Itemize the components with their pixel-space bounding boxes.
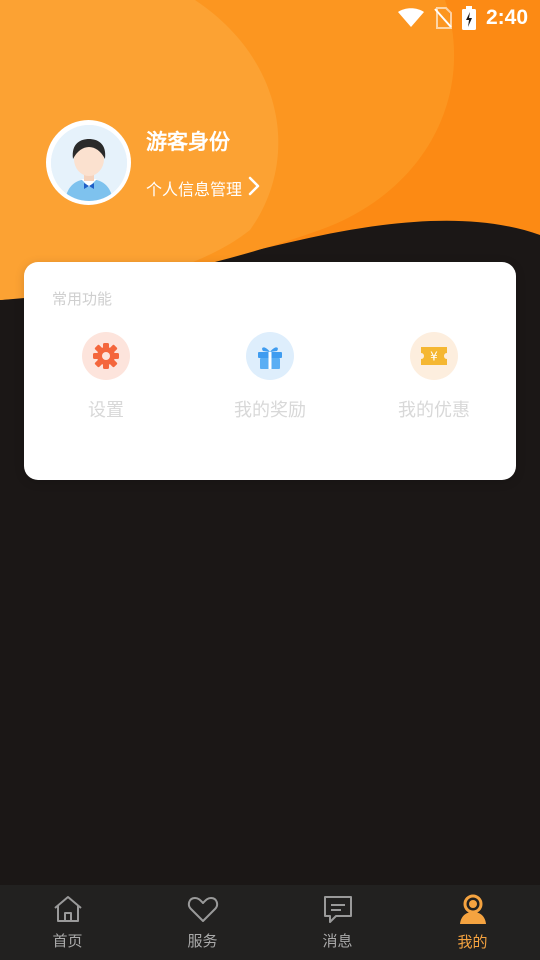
status-bar: 2:40: [0, 0, 540, 36]
tab-service[interactable]: 服务: [135, 885, 270, 960]
bottom-tab-bar: 首页 服务 消息 我的: [0, 885, 540, 960]
rewards-label: 我的奖励: [234, 400, 306, 421]
person-icon: [457, 893, 489, 929]
coupons-item[interactable]: ¥ 我的优惠: [369, 332, 499, 422]
profile-info-link-label: 个人信息管理: [146, 180, 243, 199]
no-sim-icon: [434, 7, 452, 29]
profile-info-link[interactable]: 个人信息管理: [146, 176, 260, 200]
svg-text:¥: ¥: [430, 350, 438, 364]
gear-icon: [82, 332, 130, 380]
status-time: 2:40: [485, 6, 528, 29]
tab-mine[interactable]: 我的: [405, 885, 540, 960]
avatar-boy-icon: [50, 124, 127, 201]
card-title: 常用功能: [52, 290, 113, 308]
tab-messages[interactable]: 消息: [270, 885, 405, 960]
message-icon: [322, 894, 354, 928]
home-icon: [52, 894, 84, 928]
heart-icon: [187, 894, 219, 928]
tab-home-label: 首页: [52, 932, 83, 950]
battery-charging-icon: [461, 6, 476, 30]
chevron-right-icon: [248, 176, 260, 200]
tab-messages-label: 消息: [322, 932, 353, 950]
common-functions-card: 常用功能 设置 我的奖励 ¥ 我的优惠: [24, 262, 516, 480]
wifi-icon: [397, 8, 424, 28]
gift-icon: [246, 332, 294, 380]
coupons-label: 我的优惠: [398, 400, 470, 421]
profile-name: 游客身份: [146, 130, 230, 154]
settings-item[interactable]: 设置: [41, 332, 171, 422]
coupon-icon: ¥: [410, 332, 458, 380]
tab-mine-label: 我的: [457, 933, 488, 951]
tab-service-label: 服务: [187, 932, 218, 950]
rewards-item[interactable]: 我的奖励: [205, 332, 335, 422]
avatar[interactable]: [46, 120, 131, 205]
settings-label: 设置: [88, 400, 124, 421]
tab-home[interactable]: 首页: [0, 885, 135, 960]
